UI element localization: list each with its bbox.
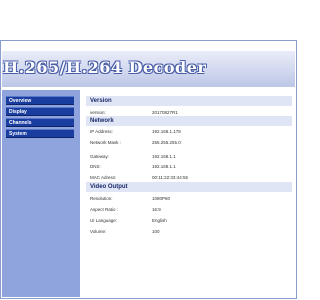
info-value: 1080P60 [152, 196, 171, 201]
info-row-ui-language: UI Language: English [86, 215, 292, 226]
info-label: Volume: [90, 229, 107, 234]
info-value: 192.168.1.178 [152, 129, 181, 134]
app-title: H.265/H.264 Decoder [3, 58, 207, 77]
sidebar-item-channels[interactable]: Channels [6, 118, 74, 127]
info-value: 16:9 [152, 207, 161, 212]
info-label: Resolution: [90, 196, 113, 201]
info-label: Network Mask : [90, 140, 122, 145]
info-row-network-mask: Network Mask : 255.255.255.0 [86, 137, 292, 148]
info-row-resolution: Resolution: 1080P60 [86, 193, 292, 204]
info-row-dns: DNS: 192.168.1.1 [86, 161, 292, 172]
info-row-aspect-ratio: Aspect Ratio : 16:9 [86, 204, 292, 215]
sidebar-item-system[interactable]: System [6, 129, 74, 138]
section-heading-version: Version [86, 96, 292, 106]
info-value: 192.168.1.1 [152, 164, 176, 169]
sidebar-item-overview[interactable]: Overview [6, 96, 74, 105]
sidebar-item-display[interactable]: Display [6, 107, 74, 116]
info-label: IP Address: [90, 129, 113, 134]
section-heading-network: Network [86, 116, 292, 126]
section-heading-video-output: Video Output [86, 182, 292, 192]
info-value: 255.255.255.0 [152, 140, 181, 145]
info-value: English [152, 218, 167, 223]
info-row-ip-address: IP Address: 192.168.1.178 [86, 126, 292, 137]
info-label: Aspect Ratio : [90, 207, 119, 212]
info-value: 100 [152, 229, 160, 234]
info-label: UI Language: [90, 218, 118, 223]
info-label: DNS: [90, 164, 101, 169]
info-row-volume: Volume: 100 [86, 226, 292, 237]
